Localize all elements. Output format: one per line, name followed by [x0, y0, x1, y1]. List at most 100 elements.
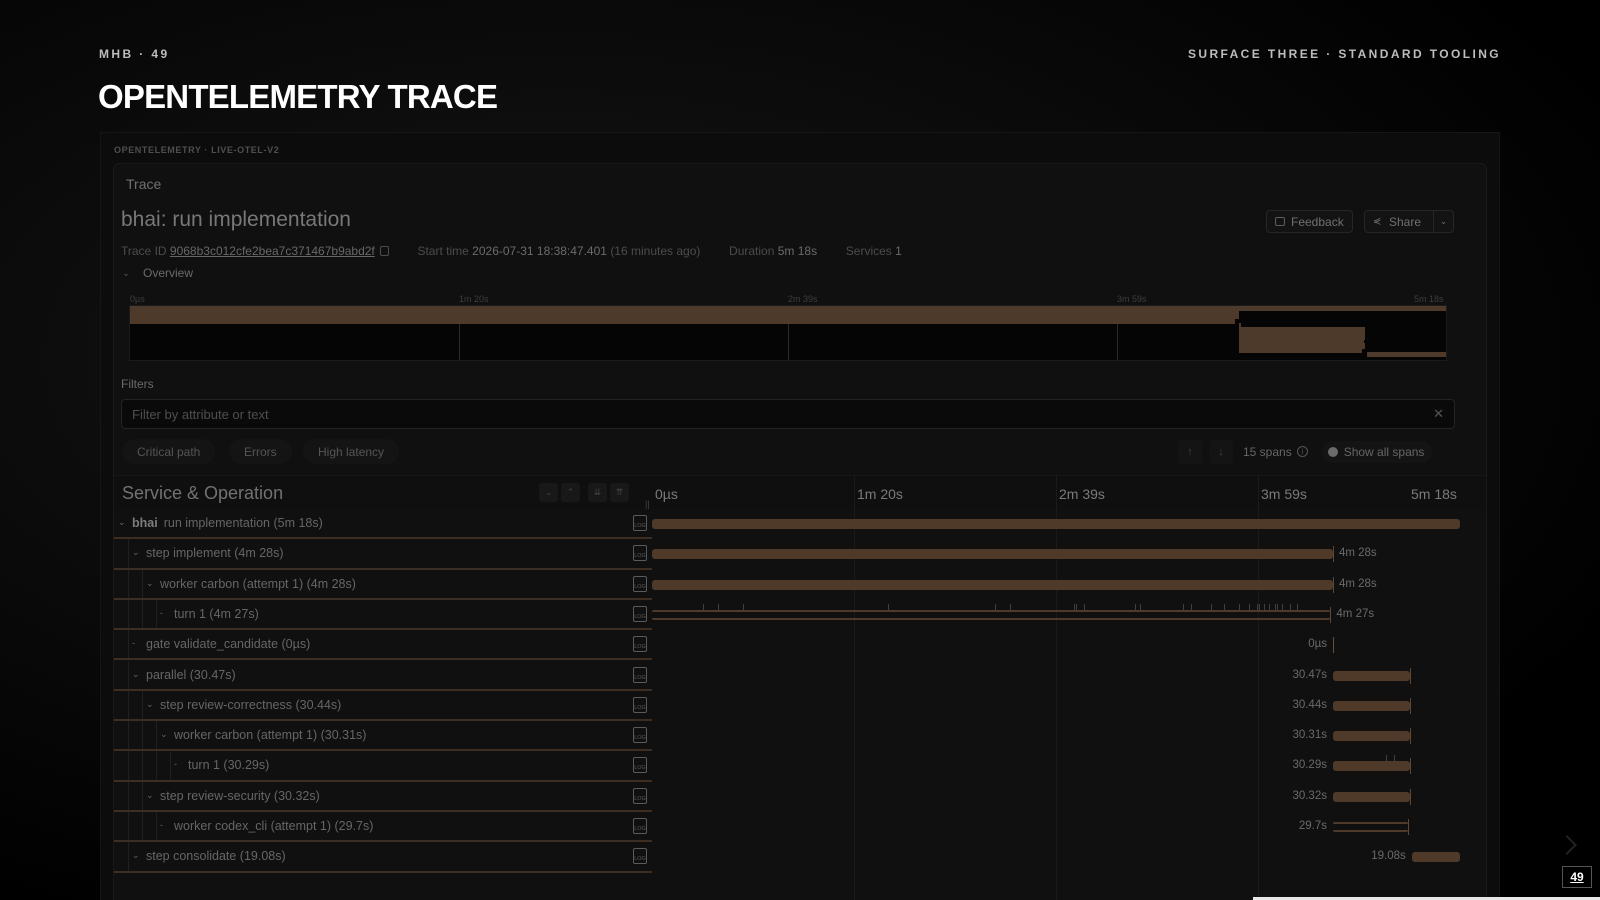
logs-icon[interactable]: LOG — [633, 545, 647, 562]
span-event-marker — [1083, 603, 1085, 611]
chevron-down-icon[interactable]: - — [160, 820, 163, 830]
span-zero-marker[interactable] — [1332, 637, 1334, 654]
span-duration-label: 30.29s — [1292, 759, 1327, 772]
span-bar[interactable] — [652, 579, 1333, 590]
span-row[interactable]: ⌄ parallel (30.47s) LOG 30.47s — [114, 660, 1486, 691]
panel-label: Trace — [126, 176, 162, 192]
span-row-label-cell: - turn 1 (30.29s) LOG — [114, 751, 652, 782]
expand-all-icon[interactable]: ⇈ — [610, 483, 629, 502]
span-operation: worker carbon (attempt 1) (4m 28s) — [160, 576, 356, 591]
span-bar[interactable] — [1332, 791, 1410, 802]
logs-icon[interactable]: LOG — [633, 696, 647, 713]
span-event-marker — [888, 603, 890, 611]
feedback-button[interactable]: Feedback — [1266, 210, 1353, 233]
logs-icon[interactable]: LOG — [633, 666, 647, 683]
chevron-down-icon[interactable]: ⌄ — [146, 578, 154, 589]
logs-icon[interactable]: LOG — [633, 636, 647, 653]
indent-guide — [128, 721, 129, 750]
trace-id-link[interactable]: 9068b3c012cfe2bea7c371467b9abd2f — [170, 244, 375, 258]
logs-icon[interactable]: LOG — [633, 605, 647, 622]
span-row[interactable]: ⌄ worker carbon (attempt 1) (4m 28s) LOG 4m… — [114, 569, 1486, 600]
trace-meta: Trace ID 9068b3c012cfe2bea7c371467b9abd2… — [121, 244, 902, 258]
copy-icon[interactable] — [379, 246, 389, 256]
span-operation: step review-security (30.32s) — [160, 788, 320, 803]
chevron-down-icon[interactable]: ⌄ — [146, 699, 154, 710]
span-end-marker — [1410, 697, 1412, 714]
chevron-down-icon[interactable]: ⌄ — [160, 729, 168, 740]
indent-guide — [128, 781, 129, 810]
indent-guide — [156, 812, 157, 841]
span-duration-label: 19.08s — [1371, 850, 1406, 863]
logs-icon[interactable]: LOG — [633, 515, 647, 531]
overview-toggle[interactable]: ⌄ Overview — [121, 266, 193, 280]
indent-guide — [128, 660, 129, 689]
share-button[interactable]: ⋞ Share ⌄ — [1364, 210, 1454, 233]
span-bar[interactable] — [652, 549, 1333, 560]
chevron-down-icon[interactable]: ⌄ — [1433, 211, 1453, 232]
span-bar[interactable] — [1332, 822, 1409, 832]
indent-guide — [170, 751, 171, 780]
span-service: bhai — [132, 516, 158, 530]
chevron-down-icon[interactable]: ⌄ — [118, 517, 126, 528]
column-resize-handle[interactable]: || — [645, 499, 650, 509]
logs-icon[interactable]: LOG — [633, 787, 647, 804]
indent-guide — [156, 721, 157, 750]
logs-icon[interactable]: LOG — [633, 575, 647, 592]
trace-minimap[interactable]: 0µs 1m 20s 2m 39s 3m 59s 5m 18s — [129, 294, 1447, 361]
span-row[interactable]: - worker codex_cli (attempt 1) (29.7s) LOG… — [114, 812, 1486, 843]
expand-one-icon[interactable]: ⌃ — [561, 483, 580, 502]
span-row-label-cell: ⌄ step implement (4m 28s) LOG — [114, 539, 652, 570]
span-event-marker — [1134, 603, 1136, 611]
span-row[interactable]: - turn 1 (30.29s) LOG 30.29s — [114, 751, 1486, 782]
chip-errors[interactable]: Errors — [229, 439, 292, 464]
span-row[interactable]: - gate validate_candidate (0µs) LOG 0µs — [114, 630, 1486, 661]
span-row[interactable]: ⌄ step review-correctness (30.44s) LOG 30.4… — [114, 690, 1486, 722]
chevron-down-icon[interactable]: ⌄ — [146, 790, 154, 801]
span-bar[interactable] — [1411, 852, 1461, 863]
collapse-all-icon[interactable]: ⇊ — [588, 483, 607, 502]
span-count: 15 spans — [1243, 444, 1292, 459]
span-bar[interactable] — [1332, 670, 1411, 681]
close-icon[interactable]: ✕ — [1433, 406, 1444, 422]
chevron-down-icon[interactable]: ⌄ — [132, 547, 140, 558]
span-bar[interactable] — [1332, 731, 1410, 742]
span-row[interactable]: ⌄ bhai run implementation (5m 18s) LOG — [114, 509, 1486, 540]
indent-guide — [142, 569, 143, 598]
span-row[interactable]: ⌄ step consolidate (19.08s) LOG 19.08s — [114, 842, 1486, 873]
logs-icon[interactable]: LOG — [633, 818, 647, 834]
chevron-down-icon[interactable]: ⌄ — [132, 669, 140, 680]
span-row-label-cell: - worker codex_cli (attempt 1) (29.7s) LOG — [114, 812, 652, 843]
span-row-label-cell: ⌄ parallel (30.47s) LOG — [114, 660, 652, 691]
chip-critical-path[interactable]: Critical path — [122, 439, 216, 464]
axis-label-1: 1m 20s — [857, 486, 903, 502]
logs-icon[interactable]: LOG — [633, 727, 647, 744]
span-bar[interactable] — [652, 609, 1331, 620]
span-row[interactable]: - turn 1 (4m 27s) LOG 4m 27s — [114, 599, 1486, 631]
indent-guide — [128, 842, 129, 871]
span-event-marker — [1210, 603, 1212, 611]
chevron-down-icon[interactable]: ⌄ — [132, 850, 140, 861]
indent-guide — [156, 751, 157, 780]
span-row[interactable]: ⌄ worker carbon (attempt 1) (30.31s) LOG 30… — [114, 721, 1486, 752]
span-bar[interactable] — [652, 519, 1460, 529]
chevron-down-icon[interactable]: - — [160, 608, 163, 618]
span-bar[interactable] — [1332, 761, 1410, 772]
collapse-one-icon[interactable]: ⌄ — [539, 483, 558, 502]
show-all-spans-toggle[interactable]: Show all spans — [1321, 440, 1433, 463]
span-row[interactable]: ⌄ step review-security (30.32s) LOG 30.32s — [114, 781, 1486, 812]
chevron-down-icon[interactable]: - — [174, 759, 177, 769]
chevron-down-icon[interactable]: - — [132, 638, 135, 648]
arrow-up-icon[interactable]: ↑ — [1178, 439, 1202, 464]
page-number[interactable]: 49 — [1562, 866, 1592, 888]
span-event-marker — [743, 603, 745, 611]
span-row-label-cell: ⌄ step review-correctness (30.44s) LOG — [114, 690, 652, 722]
chip-high-latency[interactable]: High latency — [303, 439, 400, 464]
logs-icon[interactable]: LOG — [633, 757, 647, 774]
filter-input[interactable]: Filter by attribute or text ✕ — [121, 399, 1455, 429]
span-row[interactable]: ⌄ step implement (4m 28s) LOG 4m 28s — [114, 539, 1486, 570]
indent-guide — [128, 539, 129, 568]
info-icon[interactable]: i — [1296, 446, 1308, 457]
span-bar[interactable] — [1332, 700, 1411, 711]
logs-icon[interactable]: LOG — [633, 848, 647, 865]
arrow-down-icon[interactable]: ↓ — [1209, 439, 1233, 464]
